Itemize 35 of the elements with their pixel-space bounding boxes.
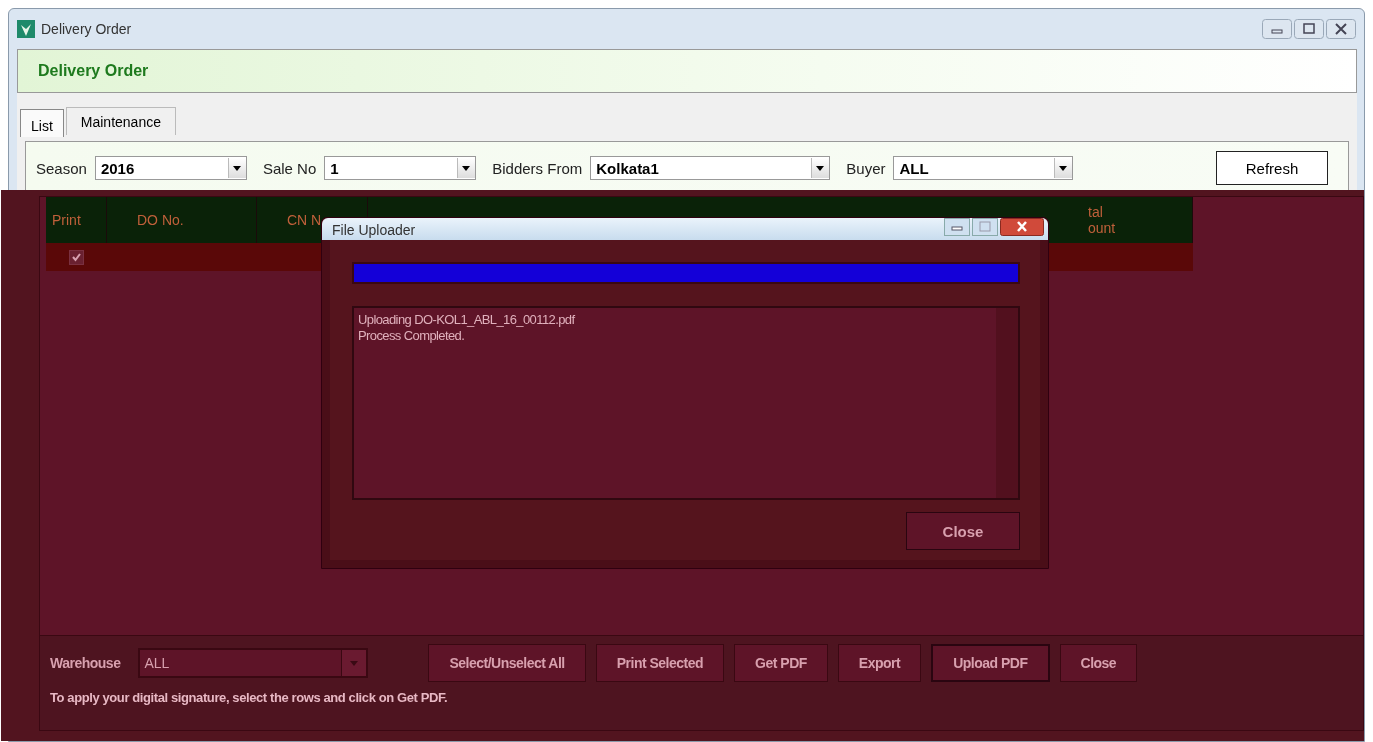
action-button[interactable]: Get PDF (734, 644, 828, 682)
filter-label: Bidders From (492, 159, 583, 177)
close-icon[interactable] (1326, 19, 1356, 39)
minimize-icon[interactable] (1262, 19, 1292, 39)
refresh-button[interactable]: Refresh (1216, 151, 1328, 185)
window-title: Delivery Order (41, 21, 132, 37)
action-button[interactable]: Upload PDF (931, 644, 1050, 682)
dropdown[interactable]: ALL (893, 156, 1074, 180)
scrollbar[interactable] (996, 308, 1018, 498)
checkmark-icon (70, 251, 82, 263)
minimize-icon[interactable] (944, 218, 970, 236)
dropdown[interactable]: Kolkata1 (590, 156, 831, 180)
dropdown[interactable]: 1 (324, 156, 477, 180)
close-icon[interactable] (1000, 218, 1044, 236)
close-button[interactable]: Close (906, 512, 1020, 550)
log-textbox[interactable]: Uploading DO-KOL1_ABL_16_00112.pdf Process Completed. (352, 306, 1020, 500)
filter-label: Sale No (262, 159, 317, 177)
tab[interactable]: Maintenance (65, 107, 176, 135)
log-line: Uploading DO-KOL1_ABL_16_00112.pdf (358, 312, 576, 328)
form-header: Delivery Order (17, 49, 1357, 93)
action-button[interactable]: Print Selected (595, 644, 725, 682)
action-button[interactable]: Export (837, 644, 922, 682)
leaf-logo-icon (17, 20, 35, 38)
filter-label: Buyer (846, 159, 886, 177)
warehouse-label: Warehouse (50, 655, 121, 671)
hint-text: To apply your digital signature, select the rows and click on Get PDF. (50, 690, 449, 705)
log-line: Process Completed. (358, 328, 466, 344)
filter-label: Season (36, 159, 87, 177)
action-button[interactable]: Select/Unselect All (428, 644, 586, 682)
tab[interactable]: List (20, 109, 64, 137)
dropdown[interactable]: 2016 (94, 156, 247, 180)
maximize-icon[interactable] (1294, 19, 1324, 39)
warehouse-dropdown[interactable]: ALL (138, 648, 369, 678)
checkbox[interactable] (68, 249, 84, 265)
action-button[interactable]: Close (1059, 644, 1138, 682)
